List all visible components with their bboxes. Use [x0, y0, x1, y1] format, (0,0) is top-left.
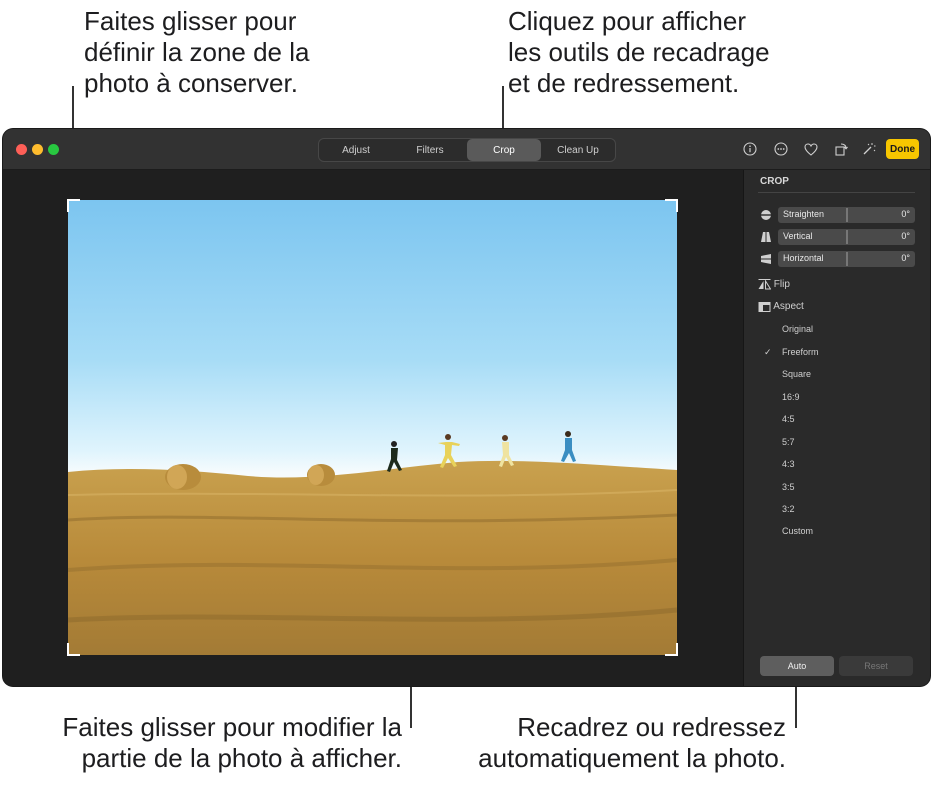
horizontal-perspective-icon — [761, 254, 771, 264]
aspect-icon — [758, 302, 771, 312]
slider-label: Vertical — [783, 231, 813, 241]
slider-center-tick — [846, 208, 848, 222]
divider — [758, 192, 915, 193]
heart-icon[interactable] — [803, 141, 819, 157]
auto-button[interactable]: Auto — [760, 656, 834, 676]
crop-sidebar: CROP Straighten 0° Vertical 0° Horizonta… — [743, 170, 930, 686]
callout-line: photo à conserver. — [84, 68, 298, 98]
running-person-icon — [387, 441, 402, 472]
aspect-label: Aspect — [773, 301, 804, 313]
callout-line: Faites glisser pour — [84, 6, 297, 36]
checkmark-icon: ✓ — [764, 347, 772, 357]
callout-line: et de redressement. — [508, 68, 740, 98]
vertical-slider[interactable]: Vertical 0° — [758, 229, 918, 245]
flip-label: Flip — [773, 279, 790, 291]
crop-handle-bottom-left[interactable] — [67, 642, 81, 656]
done-button[interactable]: Done — [886, 139, 919, 159]
callout-show-crop-tools: Cliquez pour afficher les outils de reca… — [508, 6, 770, 99]
aspect-option[interactable]: 4:3 — [782, 459, 795, 469]
minimize-button[interactable] — [32, 144, 43, 155]
slider-label: Horizontal — [783, 253, 824, 263]
crop-handle-bottom-right[interactable] — [664, 642, 678, 656]
sidebar-title: CROP — [760, 176, 789, 187]
callout-line: définir la zone de la — [84, 37, 310, 67]
zoom-button[interactable] — [48, 144, 59, 155]
toolbar: Adjust Filters Crop Clean Up Done — [3, 129, 930, 170]
crop-handle-top-right[interactable] — [664, 199, 678, 213]
slider-value: 0° — [901, 253, 910, 263]
callout-line: Cliquez pour afficher — [508, 6, 746, 36]
slider-value: 0° — [901, 209, 910, 219]
running-person-icon — [499, 435, 514, 467]
slider-center-tick — [846, 230, 848, 244]
info-icon[interactable] — [742, 141, 758, 157]
close-button[interactable] — [16, 144, 27, 155]
hay-field — [68, 460, 677, 655]
photo-canvas[interactable] — [3, 170, 743, 686]
aspect-option[interactable]: 5:7 — [782, 437, 795, 447]
crop-handle-top-left[interactable] — [67, 199, 81, 213]
aspect-option[interactable]: 3:5 — [782, 482, 795, 492]
running-person-icon — [561, 431, 576, 462]
slider-value: 0° — [901, 231, 910, 241]
straighten-icon — [760, 210, 772, 220]
slider-center-tick — [846, 252, 848, 266]
aspect-header[interactable]: Aspect — [758, 301, 804, 312]
tab-crop[interactable]: Crop — [467, 139, 541, 161]
callout-line: Recadrez ou redressez — [517, 712, 786, 742]
tab-adjust[interactable]: Adjust — [319, 139, 393, 161]
callout-line: les outils de recadrage — [508, 37, 770, 67]
tab-filters[interactable]: Filters — [393, 139, 467, 161]
slider-track[interactable]: Straighten 0° — [778, 207, 915, 223]
aspect-option[interactable]: 16:9 — [782, 392, 800, 402]
vertical-perspective-icon — [761, 232, 771, 242]
callout-line: partie de la photo à afficher. — [81, 743, 402, 773]
flip-button[interactable]: Flip — [758, 279, 790, 290]
flip-icon — [758, 279, 771, 290]
callout-drag-crop-area: Faites glisser pour définir la zone de l… — [84, 6, 309, 99]
callout-line: automatiquement la photo. — [478, 743, 786, 773]
aspect-option[interactable]: Freeform — [782, 347, 819, 357]
slider-track[interactable]: Horizontal 0° — [778, 251, 915, 267]
edit-mode-tabs: Adjust Filters Crop Clean Up — [318, 138, 616, 162]
slider-label: Straighten — [783, 209, 825, 219]
aspect-option[interactable]: Custom — [782, 526, 813, 536]
straighten-slider[interactable]: Straighten 0° — [758, 207, 918, 223]
aspect-option[interactable]: 3:2 — [782, 504, 795, 514]
callout-line: Faites glisser pour modifier la — [62, 712, 402, 742]
aspect-option[interactable]: Square — [782, 369, 811, 379]
callout-auto-straighten: Recadrez ou redressez automatiquement la… — [436, 712, 786, 774]
running-person-icon — [438, 434, 460, 468]
slider-track[interactable]: Vertical 0° — [778, 229, 915, 245]
callout-drag-photo: Faites glisser pour modifier la partie d… — [20, 712, 402, 774]
hay-bale-icon — [307, 464, 335, 486]
photos-window: Adjust Filters Crop Clean Up Done CROP S… — [3, 129, 930, 686]
tab-clean-up[interactable]: Clean Up — [541, 139, 615, 161]
horizontal-slider[interactable]: Horizontal 0° — [758, 251, 918, 267]
reset-button[interactable]: Reset — [839, 656, 913, 676]
magic-wand-icon[interactable] — [861, 141, 877, 157]
more-icon[interactable] — [773, 141, 789, 157]
photo-image[interactable] — [68, 200, 677, 655]
hay-bale-icon — [165, 464, 201, 490]
aspect-option[interactable]: 4:5 — [782, 414, 795, 424]
rotate-icon[interactable] — [833, 141, 849, 157]
aspect-option[interactable]: Original — [782, 324, 813, 334]
